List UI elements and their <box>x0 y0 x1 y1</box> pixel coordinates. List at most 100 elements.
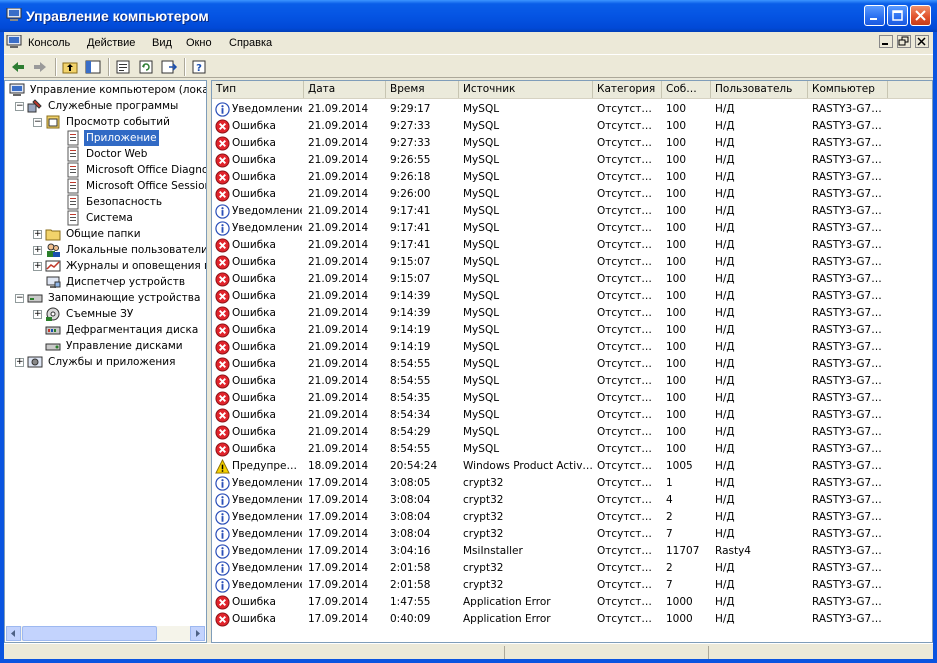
cell-source: crypt32 <box>463 511 504 523</box>
cell-user: Н/Д <box>715 426 735 438</box>
table-row[interactable]: Ошибка 21.09.2014 9:26:00 MySQL Отсутст… 100 Н… <box>212 186 932 203</box>
cell-date: 17.09.2014 <box>308 477 369 489</box>
close-button[interactable] <box>910 5 931 26</box>
table-row[interactable]: Ошибка 17.09.2014 0:40:09 Application Error… <box>212 611 932 628</box>
cell-event: 100 <box>666 307 687 319</box>
show-tree-icon[interactable] <box>83 58 103 76</box>
event-type-label: Ошибка <box>232 307 276 319</box>
cell-type: Ошибка <box>214 424 302 441</box>
console-tree[interactable]: Управление компьютером (локаль − Служебные… <box>4 80 207 643</box>
mdi-close-button[interactable] <box>915 35 929 48</box>
properties-icon[interactable] <box>113 58 133 76</box>
cell-time: 3:08:04 <box>390 528 431 540</box>
cell-source: MySQL <box>463 103 500 115</box>
table-row[interactable]: Ошибка 21.09.2014 8:54:29 MySQL Отсутст… 100 Н… <box>212 424 932 441</box>
table-row[interactable]: Уведомление 17.09.2014 3:08:05 crypt32 Отсут… <box>212 475 932 492</box>
event-list[interactable]: Тип Дата Время Источник Категория Соб… Пользов… <box>211 80 933 643</box>
column-header[interactable]: Компьютер <box>808 81 888 98</box>
cell-user: Н/Д <box>715 222 735 234</box>
menu-console[interactable]: Консоль <box>28 37 70 49</box>
table-row[interactable]: Уведомление 17.09.2014 3:08:04 crypt32 Отсут… <box>212 492 932 509</box>
tree-horizontal-scrollbar[interactable] <box>6 626 205 641</box>
tree-expander[interactable]: − <box>33 118 42 127</box>
table-row[interactable]: Ошибка 21.09.2014 9:17:41 MySQL Отсутст… 100 Н… <box>212 237 932 254</box>
menu-view[interactable]: Вид <box>152 37 172 49</box>
table-row[interactable]: Уведомление 17.09.2014 3:04:16 MsiInstaller… <box>212 543 932 560</box>
table-row[interactable]: Ошибка 21.09.2014 9:27:33 MySQL Отсутст… 100 Н… <box>212 135 932 152</box>
tree-expander[interactable]: + <box>33 310 42 319</box>
cell-time: 9:15:07 <box>390 256 431 268</box>
mdi-minimize-button[interactable] <box>878 35 893 48</box>
scroll-thumb[interactable] <box>22 626 157 641</box>
table-row[interactable]: Уведомление 21.09.2014 9:17:41 MySQL Отсутст… <box>212 220 932 237</box>
column-header[interactable]: Время <box>386 81 459 98</box>
arrow-left-icon <box>11 630 15 637</box>
table-row[interactable]: Уведомление 17.09.2014 2:01:58 crypt32 Отсут… <box>212 577 932 594</box>
column-header[interactable]: Категория <box>593 81 662 98</box>
table-row[interactable]: Ошибка 21.09.2014 9:27:33 MySQL Отсутст… 100 Н… <box>212 118 932 135</box>
table-row[interactable]: Уведомление 17.09.2014 3:08:04 crypt32 Отсут… <box>212 526 932 543</box>
maximize-button[interactable] <box>887 5 908 26</box>
cell-time: 8:54:35 <box>390 392 431 404</box>
table-row[interactable]: Ошибка 21.09.2014 9:14:39 MySQL Отсутст… 100 Н… <box>212 288 932 305</box>
svg-text:?: ? <box>196 63 202 74</box>
console-icon[interactable] <box>6 35 22 49</box>
cell-type: Ошибка <box>214 322 302 339</box>
table-row[interactable]: Ошибка 21.09.2014 9:15:07 MySQL Отсутст… 100 Н… <box>212 271 932 288</box>
column-header[interactable]: Дата <box>304 81 386 98</box>
title-bar[interactable]: Управление компьютером <box>0 0 937 32</box>
cell-computer: RASTY3-G7… <box>812 613 882 625</box>
scroll-right-button[interactable] <box>190 626 205 641</box>
error-icon <box>215 391 230 406</box>
tree-expander[interactable]: + <box>33 230 42 239</box>
export-icon[interactable] <box>159 58 179 76</box>
menu-action[interactable]: Действие <box>87 37 135 49</box>
tree-expander[interactable]: − <box>15 294 24 303</box>
column-header[interactable]: Соб… <box>662 81 711 98</box>
table-row[interactable]: Ошибка 21.09.2014 9:26:18 MySQL Отсутст… 100 Н… <box>212 169 932 186</box>
table-row[interactable]: Уведомление 21.09.2014 9:17:41 MySQL Отсутст… <box>212 203 932 220</box>
column-header[interactable]: Источник <box>459 81 593 98</box>
cell-computer: RASTY3-G7… <box>812 596 882 608</box>
scroll-left-button[interactable] <box>6 626 21 641</box>
cell-source: MySQL <box>463 120 500 132</box>
up-folder-icon[interactable] <box>60 58 80 76</box>
event-type-label: Уведомление <box>232 222 302 234</box>
cell-date: 21.09.2014 <box>308 358 369 370</box>
mdi-restore-button[interactable] <box>896 35 911 48</box>
table-row[interactable]: Ошибка 21.09.2014 8:54:35 MySQL Отсутст… 100 Н… <box>212 390 932 407</box>
tree-expander[interactable]: + <box>33 246 42 255</box>
forward-icon[interactable] <box>30 58 50 76</box>
table-row[interactable]: Уведомление 17.09.2014 2:01:58 crypt32 Отсут… <box>212 560 932 577</box>
table-row[interactable]: Уведомление 21.09.2014 9:29:17 MySQL Отсутст… <box>212 101 932 118</box>
table-row[interactable]: Ошибка 21.09.2014 9:14:39 MySQL Отсутст… 100 Н… <box>212 305 932 322</box>
cell-type: Предупре… <box>214 458 302 475</box>
cell-computer: RASTY3-G7… <box>812 137 882 149</box>
table-row[interactable]: Ошибка 21.09.2014 9:26:55 MySQL Отсутст… 100 Н… <box>212 152 932 169</box>
tree-expander[interactable]: + <box>33 262 42 271</box>
back-icon[interactable] <box>8 58 28 76</box>
column-header[interactable]: Пользователь <box>711 81 808 98</box>
table-row[interactable]: Ошибка 17.09.2014 1:47:55 Application Error… <box>212 594 932 611</box>
refresh-icon[interactable] <box>136 58 156 76</box>
table-row[interactable]: Ошибка 21.09.2014 8:54:55 MySQL Отсутст… 100 Н… <box>212 356 932 373</box>
event-type-label: Ошибка <box>232 273 276 285</box>
table-row[interactable]: Ошибка 21.09.2014 8:54:55 MySQL Отсутст… 100 Н… <box>212 441 932 458</box>
column-header[interactable]: Тип <box>212 81 304 98</box>
table-row[interactable]: Ошибка 21.09.2014 9:14:19 MySQL Отсутст… 100 Н… <box>212 322 932 339</box>
tree-expander[interactable]: + <box>15 358 24 367</box>
table-row[interactable]: Ошибка 21.09.2014 9:15:07 MySQL Отсутст… 100 Н… <box>212 254 932 271</box>
table-row[interactable]: Ошибка 21.09.2014 8:54:34 MySQL Отсутст… 100 Н… <box>212 407 932 424</box>
table-row[interactable]: Уведомление 17.09.2014 3:08:04 crypt32 Отсут… <box>212 509 932 526</box>
table-row[interactable]: Предупре… 18.09.2014 20:54:24 Windows Produ… <box>212 458 932 475</box>
tree-expander[interactable]: − <box>15 102 24 111</box>
menu-help[interactable]: Справка <box>229 37 272 49</box>
help-icon[interactable]: ? <box>189 58 209 76</box>
minimize-button[interactable] <box>864 5 885 26</box>
table-row[interactable]: Ошибка 21.09.2014 9:14:19 MySQL Отсутст… 100 Н… <box>212 339 932 356</box>
cell-time: 3:08:05 <box>390 477 431 489</box>
menu-window[interactable]: Окно <box>186 37 212 49</box>
cell-time: 9:17:41 <box>390 222 431 234</box>
cell-source: MySQL <box>463 290 500 302</box>
table-row[interactable]: Ошибка 21.09.2014 8:54:55 MySQL Отсутст… 100 Н… <box>212 373 932 390</box>
